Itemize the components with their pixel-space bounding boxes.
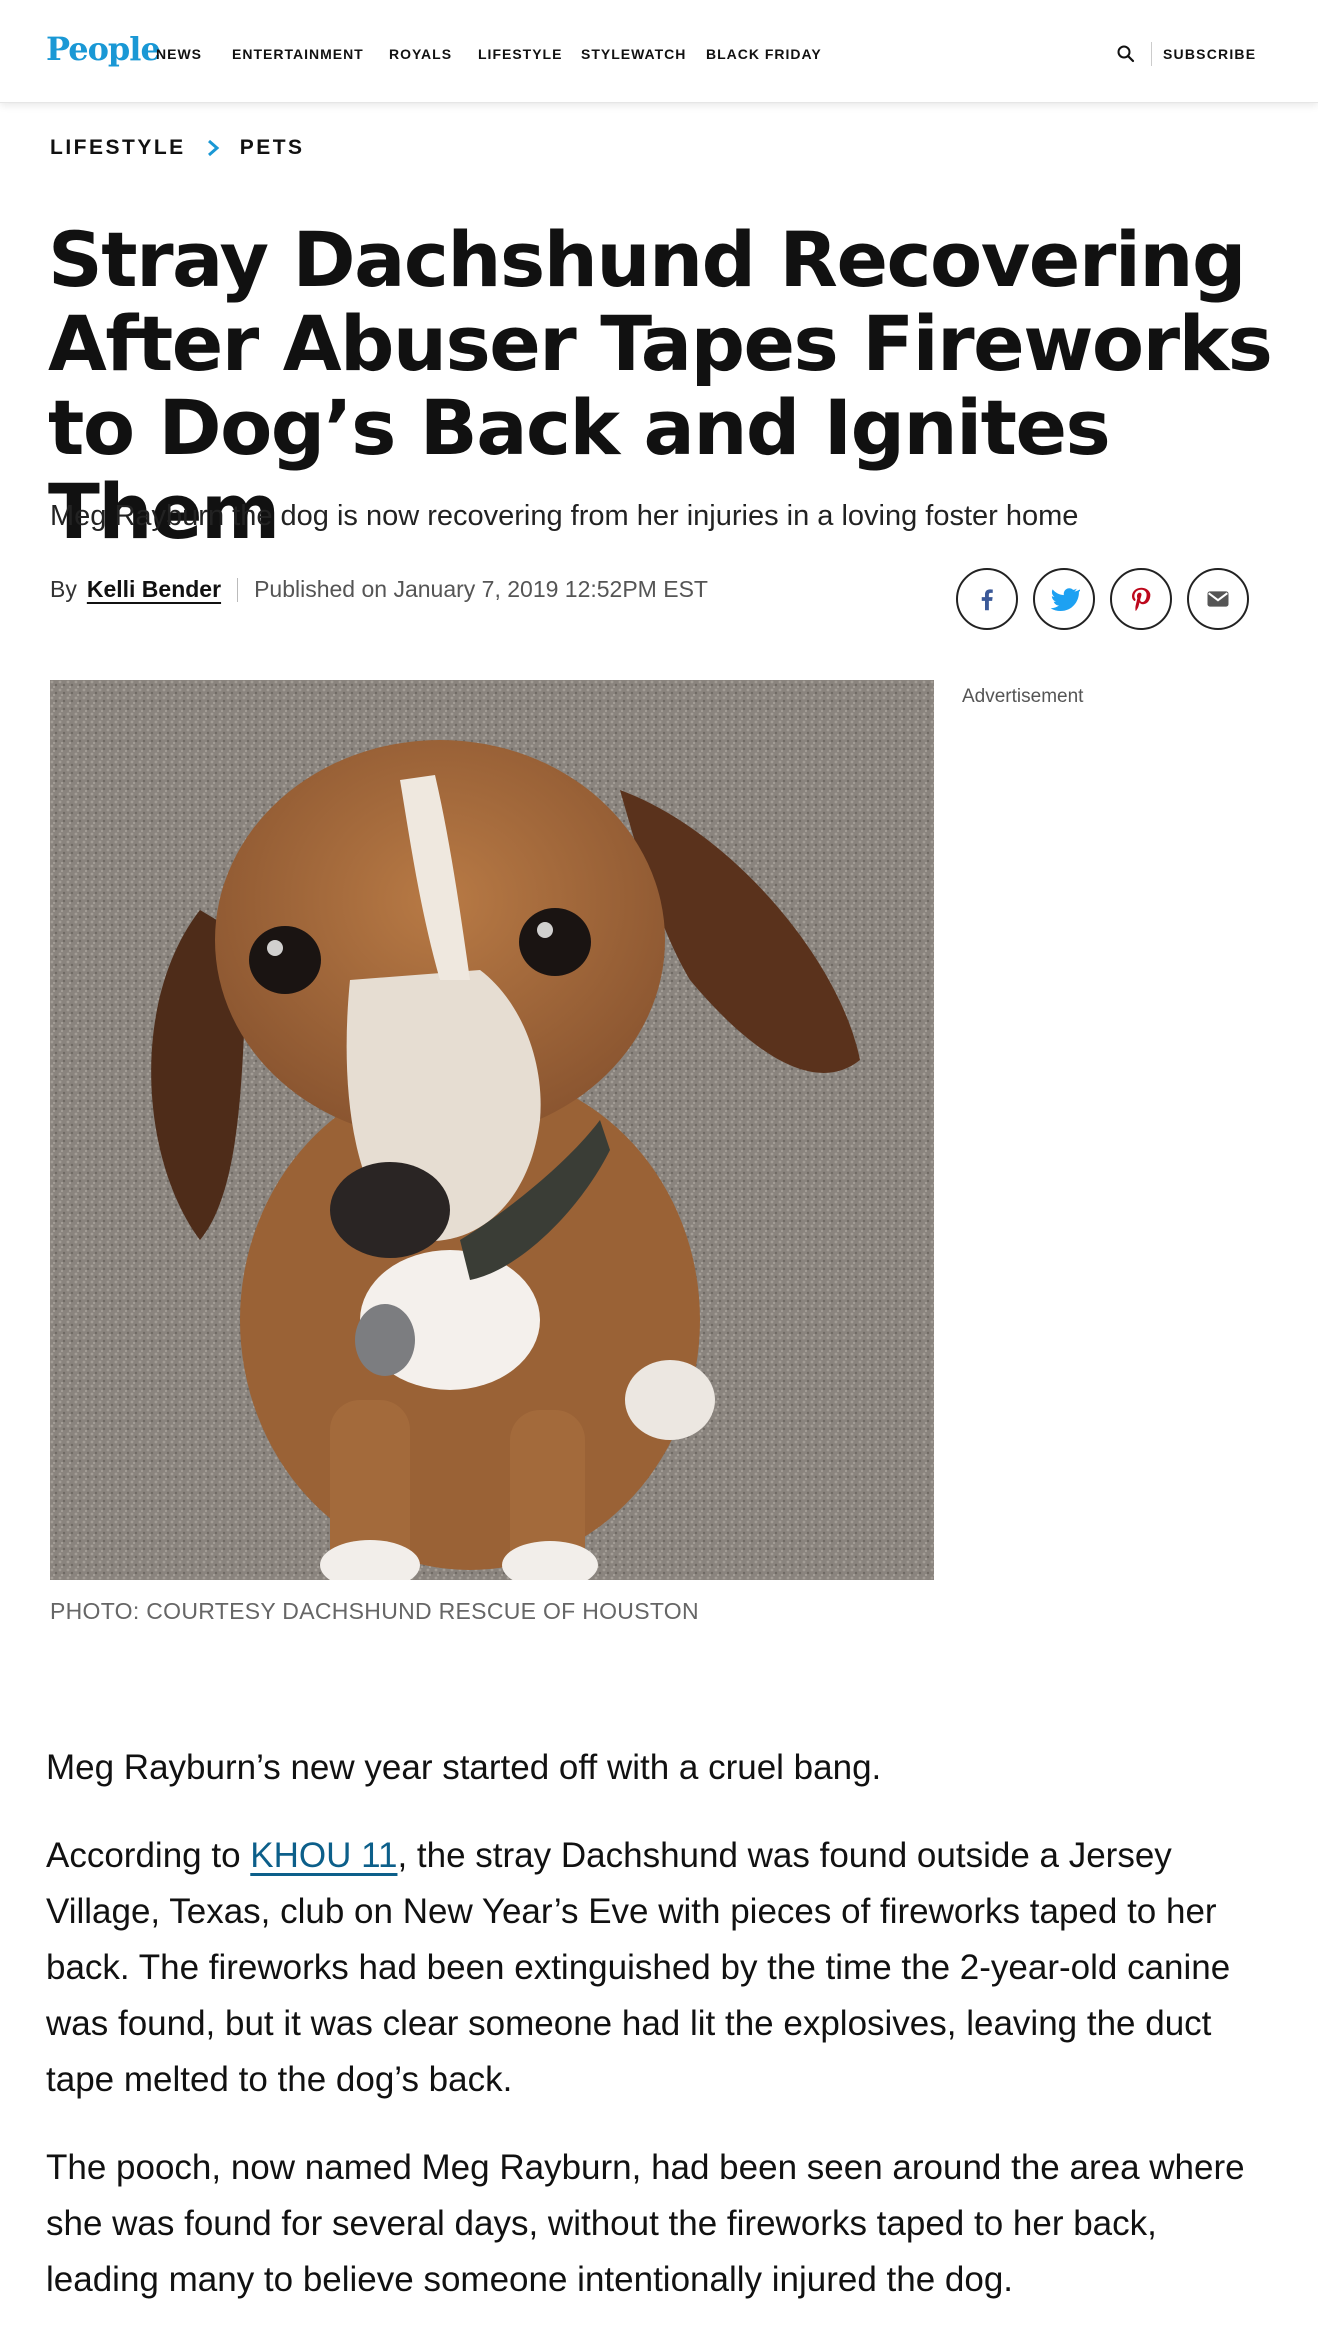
paragraph-2-lead: According to [46,1836,251,1875]
breadcrumb-lifestyle[interactable]: LIFESTYLE [50,136,186,160]
article-subhead: Meg Rayburn the dog is now recovering fr… [50,500,1079,532]
share-facebook-button[interactable] [956,568,1018,630]
site-header: People NEWS ENTERTAINMENT ROYALS LIFESTY… [0,0,1318,103]
nav-stylewatch[interactable]: STYLEWATCH [581,46,686,62]
by-label: By [50,576,77,602]
header-divider [1151,42,1152,66]
paragraph-2-rest: , the stray Dachshund was found outside … [46,1836,1231,2099]
people-logo[interactable]: People [46,30,161,68]
nav-lifestyle[interactable]: LIFESTYLE [478,46,562,62]
breadcrumb: LIFESTYLE PETS [50,136,305,160]
dachshund-photo [50,680,934,1580]
khou-11-link[interactable]: KHOU 11 [250,1836,397,1875]
publish-date: Published on January 7, 2019 12:52PM EST [254,576,708,602]
share-email-button[interactable] [1187,568,1249,630]
nav-royals[interactable]: ROYALS [389,46,452,62]
nav-entertainment[interactable]: ENTERTAINMENT [232,46,364,62]
search-icon[interactable] [1116,44,1136,64]
byline-divider [237,577,239,602]
chevron-right-icon [207,139,219,157]
share-pinterest-button[interactable] [1110,568,1172,630]
twitter-icon [1050,588,1080,611]
advertisement-label: Advertisement [962,686,1084,707]
paragraph-3: The pooch, now named Meg Rayburn, had be… [46,2148,1245,2299]
email-icon [1207,591,1229,607]
article-photo [50,680,934,1580]
nav-black-friday[interactable]: BLACK FRIDAY [706,46,822,62]
breadcrumb-pets[interactable]: PETS [240,136,305,160]
paragraph-2: According to KHOU 11, the stray Dachshun… [46,1828,1276,2108]
subscribe-button[interactable]: SUBSCRIBE [1163,46,1256,62]
author-link[interactable]: Kelli Bender [87,576,221,603]
nav-news[interactable]: NEWS [156,46,202,62]
facebook-icon [981,589,993,611]
pinterest-icon [1132,587,1151,611]
photo-caption: PHOTO: COURTESY DACHSHUND RESCUE OF HOUS… [50,1598,699,1624]
article-body: Meg Rayburn’s new year started off with … [46,1740,1276,2340]
byline: By Kelli Bender Published on January 7, … [50,576,708,603]
share-twitter-button[interactable] [1033,568,1095,630]
paragraph-1: Meg Rayburn’s new year started off with … [46,1748,882,1787]
